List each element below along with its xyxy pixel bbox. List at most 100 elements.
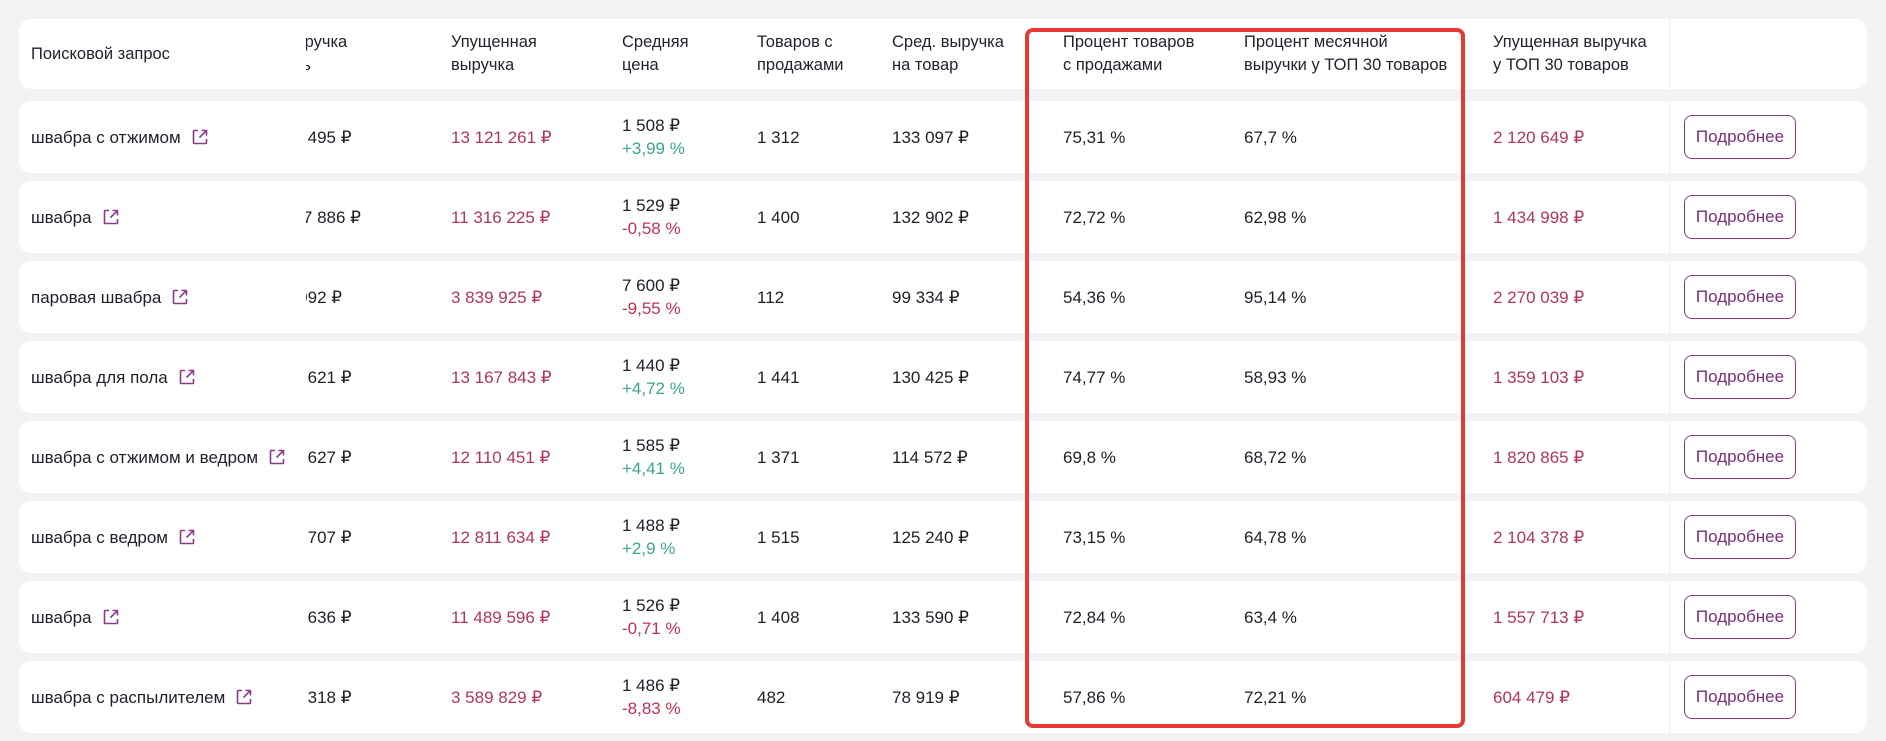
header-monthly-revenue-top30[interactable]: Процент месячной выручки у ТОП 30 товаро… xyxy=(1244,19,1447,89)
monthly-revenue-top30-cell: 62,98 % xyxy=(1244,207,1307,227)
query-link[interactable]: паровая швабра xyxy=(31,286,321,309)
query-link[interactable]: швабра с распылителем xyxy=(31,686,321,709)
lost-revenue-top30-cell: 604 479 ₽ xyxy=(1493,687,1570,707)
query-cell: швабра xyxy=(31,581,321,653)
external-link-icon[interactable] xyxy=(268,448,286,466)
details-button[interactable]: Подробнее xyxy=(1684,595,1796,639)
table-body: швабра с отжимом 78 495 ₽ 13 121 261 ₽ 1… xyxy=(19,101,1867,733)
price-cell: 1 440 ₽ +4,72 % xyxy=(622,356,685,398)
lost-revenue-cell: 3 589 829 ₽ xyxy=(451,687,543,707)
query-link[interactable]: швабра xyxy=(31,606,321,629)
details-cell: Подробнее xyxy=(1684,661,1796,733)
items-cell: 1 515 xyxy=(757,527,800,547)
items-cell: 1 408 xyxy=(757,607,800,627)
external-link-icon[interactable] xyxy=(171,288,189,306)
details-button[interactable]: Подробнее xyxy=(1684,435,1796,479)
external-link-icon[interactable] xyxy=(235,688,253,706)
query-text[interactable]: швабра с ведром xyxy=(31,526,168,549)
query-cell: швабра для пола xyxy=(31,341,321,413)
header-items-with-sales[interactable]: Товаров с продажами xyxy=(757,19,844,89)
query-link[interactable]: швабра xyxy=(31,206,321,229)
lost-revenue-top30-cell: 1 820 865 ₽ xyxy=(1493,447,1585,467)
monthly-revenue-top30-cell: 72,21 % xyxy=(1244,687,1307,707)
details-button[interactable]: Подробнее xyxy=(1684,275,1796,319)
revenue-cell: 2 092 ₽ xyxy=(306,287,343,307)
lost-revenue-cell: 11 489 596 ₽ xyxy=(451,607,551,627)
query-cell: швабра xyxy=(31,181,321,253)
price-cell: 1 508 ₽ +3,99 % xyxy=(622,116,685,158)
query-link[interactable]: швабра с отжимом и ведром xyxy=(31,446,321,469)
details-cell: Подробнее xyxy=(1684,261,1796,333)
price-change: -0,71 % xyxy=(622,619,681,638)
details-cell: Подробнее xyxy=(1684,581,1796,653)
price-change: -0,58 % xyxy=(622,219,681,238)
details-button[interactable]: Подробнее xyxy=(1684,195,1796,239)
percent-items-cell: 54,36 % xyxy=(1063,287,1126,307)
lost-revenue-top30-cell: 2 104 378 ₽ xyxy=(1493,527,1585,547)
header-average-price[interactable]: Средняя цена xyxy=(622,19,689,89)
query-link[interactable]: швабра для пола xyxy=(31,366,321,389)
percent-items-cell: 75,31 % xyxy=(1063,127,1126,147)
header-query[interactable]: Поисковой запрос xyxy=(31,19,321,89)
details-button[interactable]: Подробнее xyxy=(1684,675,1796,719)
query-cell: швабра с отжимом и ведром xyxy=(31,421,321,493)
column-divider xyxy=(1669,501,1670,573)
monthly-revenue-top30-cell: 64,78 % xyxy=(1244,527,1307,547)
details-cell: Подробнее xyxy=(1684,341,1796,413)
details-cell: Подробнее xyxy=(1684,501,1796,573)
query-text[interactable]: швабра с распылителем xyxy=(31,686,225,709)
external-link-icon[interactable] xyxy=(178,368,196,386)
details-button[interactable]: Подробнее xyxy=(1684,355,1796,399)
header-revenue[interactable]: выручка ень xyxy=(306,19,430,89)
header-percent-items-with-sales[interactable]: Процент товаров с продажами xyxy=(1063,19,1194,89)
percent-items-cell: 73,15 % xyxy=(1063,527,1126,547)
header-lost-revenue[interactable]: Упущенная выручка xyxy=(451,19,537,89)
lost-revenue-cell: 12 811 634 ₽ xyxy=(451,527,551,547)
external-link-icon[interactable] xyxy=(102,608,120,626)
percent-items-cell: 72,72 % xyxy=(1063,207,1126,227)
header-lost-revenue-top30[interactable]: Упущенная выручка у ТОП 30 товаров xyxy=(1493,19,1647,89)
query-link[interactable]: швабра с ведром xyxy=(31,526,321,549)
details-button[interactable]: Подробнее xyxy=(1684,115,1796,159)
price-cell: 7 600 ₽ -9,55 % xyxy=(622,276,681,318)
column-divider xyxy=(1669,581,1670,653)
table-row: швабра для пола 77 621 ₽ 13 167 843 ₽ 1 … xyxy=(19,341,1867,413)
details-button[interactable]: Подробнее xyxy=(1684,515,1796,559)
column-divider xyxy=(1669,19,1670,89)
percent-items-cell: 57,86 % xyxy=(1063,687,1126,707)
monthly-revenue-top30-cell: 95,14 % xyxy=(1244,287,1307,307)
price-change: +3,99 % xyxy=(622,139,685,158)
revenue-cell: 00 627 ₽ xyxy=(306,447,352,467)
header-avg-revenue-per-item[interactable]: Сред. выручка на товар xyxy=(892,19,1004,89)
table-row: швабра с распылителем 31 318 ₽ 3 589 829… xyxy=(19,661,1867,733)
revenue-cell: 78 495 ₽ xyxy=(306,127,352,147)
percent-items-cell: 72,84 % xyxy=(1063,607,1126,627)
external-link-icon[interactable] xyxy=(102,208,120,226)
search-queries-table: Поисковой запрос выручка ень Упущенная в… xyxy=(19,19,1867,741)
query-text[interactable]: швабра для пола xyxy=(31,366,168,389)
monthly-revenue-top30-cell: 58,93 % xyxy=(1244,367,1307,387)
external-link-icon[interactable] xyxy=(178,528,196,546)
price-cell: 1 526 ₽ -0,71 % xyxy=(622,596,681,638)
query-text[interactable]: швабра с отжимом xyxy=(31,126,181,149)
table-row: паровая швабра 2 092 ₽ 3 839 925 ₽ 7 600… xyxy=(19,261,1867,333)
query-link[interactable]: швабра с отжимом xyxy=(31,126,321,149)
price-change: +2,9 % xyxy=(622,539,676,558)
avg-revenue-cell: 99 334 ₽ xyxy=(892,287,960,307)
details-cell: Подробнее xyxy=(1684,421,1796,493)
lost-revenue-cell: 3 839 925 ₽ xyxy=(451,287,543,307)
query-text[interactable]: паровая швабра xyxy=(31,286,161,309)
query-cell: швабра с ведром xyxy=(31,501,321,573)
table-row: швабра с отжимом 78 495 ₽ 13 121 261 ₽ 1… xyxy=(19,101,1867,173)
external-link-icon[interactable] xyxy=(191,128,209,146)
column-divider xyxy=(1669,261,1670,333)
monthly-revenue-top30-cell: 67,7 % xyxy=(1244,127,1297,147)
query-text[interactable]: швабра xyxy=(31,606,92,629)
table-row: швабра с отжимом и ведром 00 627 ₽ 12 11… xyxy=(19,421,1867,493)
revenue-cell: 07 636 ₽ xyxy=(306,607,352,627)
avg-revenue-cell: 78 919 ₽ xyxy=(892,687,960,707)
column-divider xyxy=(1669,421,1670,493)
query-text[interactable]: швабра xyxy=(31,206,92,229)
query-text[interactable]: швабра с отжимом и ведром xyxy=(31,446,258,469)
lost-revenue-cell: 13 167 843 ₽ xyxy=(451,367,552,387)
